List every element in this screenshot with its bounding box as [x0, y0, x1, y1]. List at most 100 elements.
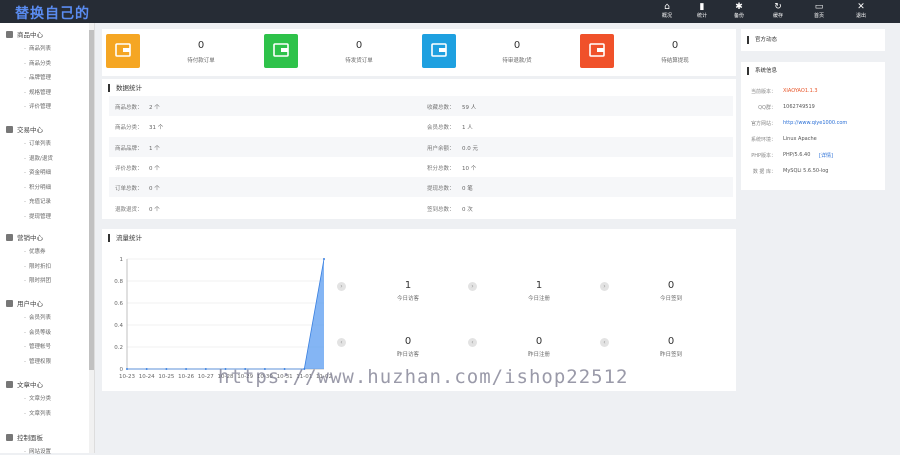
sidebar-item[interactable]: 积分明细: [24, 183, 51, 191]
x-tick-label: 10-24: [139, 374, 155, 380]
traffic-value: 0: [667, 280, 675, 291]
bar-chart-icon: ▮: [699, 2, 705, 12]
stat-val: 1 人: [462, 125, 473, 132]
stat-label: 待发货订单: [345, 58, 373, 64]
sidebar-group-1[interactable]: 商品中心: [6, 29, 43, 39]
traffic-label: 今日访客: [396, 296, 419, 302]
sidebar-group-label: 用户中心: [17, 300, 43, 308]
stat-icon: [106, 34, 140, 68]
sidebar-item[interactable]: 会员等级: [24, 328, 51, 336]
sysinfo-detail-link[interactable]: [详情]: [819, 152, 833, 159]
traffic-value: 1: [535, 280, 543, 291]
traffic-tile: 1 今日注册: [484, 280, 594, 302]
sidebar-item[interactable]: 资金明细: [24, 168, 51, 176]
sidebar-item[interactable]: 品牌管理: [24, 73, 51, 81]
x-tick-label: 10-23: [119, 374, 135, 380]
sidebar-group-4[interactable]: 用户中心: [6, 298, 43, 308]
stat-val: 31 个: [149, 125, 164, 132]
sidebar-group-5[interactable]: 文章中心: [6, 379, 43, 389]
traffic-label: 今日注册: [527, 296, 550, 302]
traffic-value: 0: [667, 336, 675, 347]
sidebar-group-6[interactable]: 控制面板: [6, 432, 43, 442]
sidebar-item[interactable]: 充值记录: [24, 197, 51, 205]
stat-value: 0: [197, 40, 205, 51]
traffic-label: 昨日访客: [396, 352, 419, 358]
sidebar-group-label: 营销中心: [17, 234, 43, 242]
y-tick-label: 1: [120, 257, 124, 263]
area-series: [127, 259, 324, 369]
traffic-value: 0: [535, 336, 543, 347]
stat-card[interactable]: 0 待结算提现: [580, 34, 738, 72]
traffic-label: 昨日签到: [659, 352, 682, 358]
stat-card[interactable]: 0 待付款订单: [106, 34, 264, 72]
stat-key: 评价总数：: [115, 165, 143, 172]
stats-row: [109, 198, 733, 218]
sidebar-item[interactable]: 文章分类: [24, 394, 51, 402]
sidebar-item[interactable]: 限时拼团: [24, 276, 51, 284]
sidebar-scrollbar-thumb[interactable]: [89, 30, 94, 370]
gear-icon: ✱: [735, 2, 743, 12]
official-news-panel: 官方动态: [741, 29, 885, 51]
sysinfo-value: XIAOYAO1.1.3: [783, 88, 818, 94]
stat-val: 0.0 元: [462, 145, 478, 152]
sidebar-group-label: 文章中心: [17, 381, 43, 389]
sidebar-item[interactable]: 订单列表: [24, 139, 51, 147]
sidebar-item[interactable]: 规格管理: [24, 88, 51, 96]
stat-label: 待审退款/货: [502, 58, 532, 64]
stat-card[interactable]: 0 待审退款/货: [422, 34, 580, 72]
stat-key: 积分总数：: [427, 165, 455, 172]
nav-button-refresh[interactable]: ↻ 缓存: [761, 2, 795, 22]
nav-button-monitor[interactable]: ▭ 首页: [802, 2, 836, 22]
menu-group-icon: [6, 234, 13, 241]
data-point: [145, 368, 148, 370]
sidebar-item[interactable]: 评价管理: [24, 102, 51, 110]
sysinfo-value[interactable]: http://www.qiye1000.com: [783, 120, 847, 126]
sidebar-item[interactable]: 文章列表: [24, 409, 51, 417]
stat-label: 待结算提现: [661, 58, 689, 64]
stat-key: 商品总数：: [115, 105, 143, 111]
sysinfo-key: 数 据 库：: [752, 169, 776, 175]
line-series: [127, 258, 325, 370]
stat-value: 0: [671, 40, 679, 51]
sidebar-item[interactable]: 网站设置: [24, 447, 51, 455]
traffic-tile: 0 今日签到: [616, 280, 726, 302]
sidebar-item[interactable]: 会员列表: [24, 313, 51, 321]
sysinfo-value: MySQLi 5.6.50-log: [783, 168, 829, 174]
nav-button-bar-chart[interactable]: ▮ 统计: [685, 2, 719, 22]
sidebar-group-2[interactable]: 交易中心: [6, 124, 43, 134]
traffic-value: 1: [404, 280, 412, 291]
traffic-tile: 0 昨日签到: [616, 336, 726, 358]
sidebar-item[interactable]: 商品列表: [24, 44, 51, 52]
x-tick-label: 10-26: [178, 374, 194, 380]
nav-button-label: 统计: [696, 13, 707, 19]
monitor-icon: ▭: [814, 2, 824, 12]
data-point: [185, 368, 188, 370]
stat-val: 0 个: [149, 186, 160, 193]
stat-key: 商品分类：: [115, 125, 143, 132]
stat-label: 待付款订单: [187, 58, 215, 64]
nav-button-gear[interactable]: ✱ 备份: [722, 2, 756, 22]
sidebar-item[interactable]: 提现管理: [24, 212, 51, 220]
stats-row: [109, 157, 733, 177]
logo[interactable]: 替换自己的: [15, 3, 90, 23]
stat-icon: [580, 34, 614, 68]
sidebar-group-3[interactable]: 营销中心: [6, 232, 43, 242]
stat-key: 签到总数：: [427, 206, 455, 213]
sidebar-item[interactable]: 管理帐号: [24, 342, 51, 350]
data-point: [126, 368, 128, 370]
sidebar-item[interactable]: 退款/退货: [24, 154, 53, 162]
nav-button-home[interactable]: ⌂ 概况: [650, 2, 684, 22]
traffic-tile: 0 昨日注册: [484, 336, 594, 358]
nav-button-close[interactable]: ✕ 退出: [844, 2, 878, 22]
stat-value: 0: [513, 40, 521, 51]
sysinfo-key: 系统环境：: [750, 137, 776, 143]
home-icon: ⌂: [664, 2, 670, 12]
stat-val: 0 笔: [462, 186, 473, 193]
y-tick-label: 0.8: [114, 279, 123, 285]
sidebar-item[interactable]: 管理权限: [24, 357, 51, 365]
sidebar-item[interactable]: 限时折扣: [24, 262, 51, 270]
y-tick-label: 0.4: [114, 323, 123, 329]
sidebar-item[interactable]: 优惠券: [24, 247, 46, 255]
stat-card[interactable]: 0 待发货订单: [264, 34, 422, 72]
sidebar-item[interactable]: 商品分类: [24, 59, 51, 67]
